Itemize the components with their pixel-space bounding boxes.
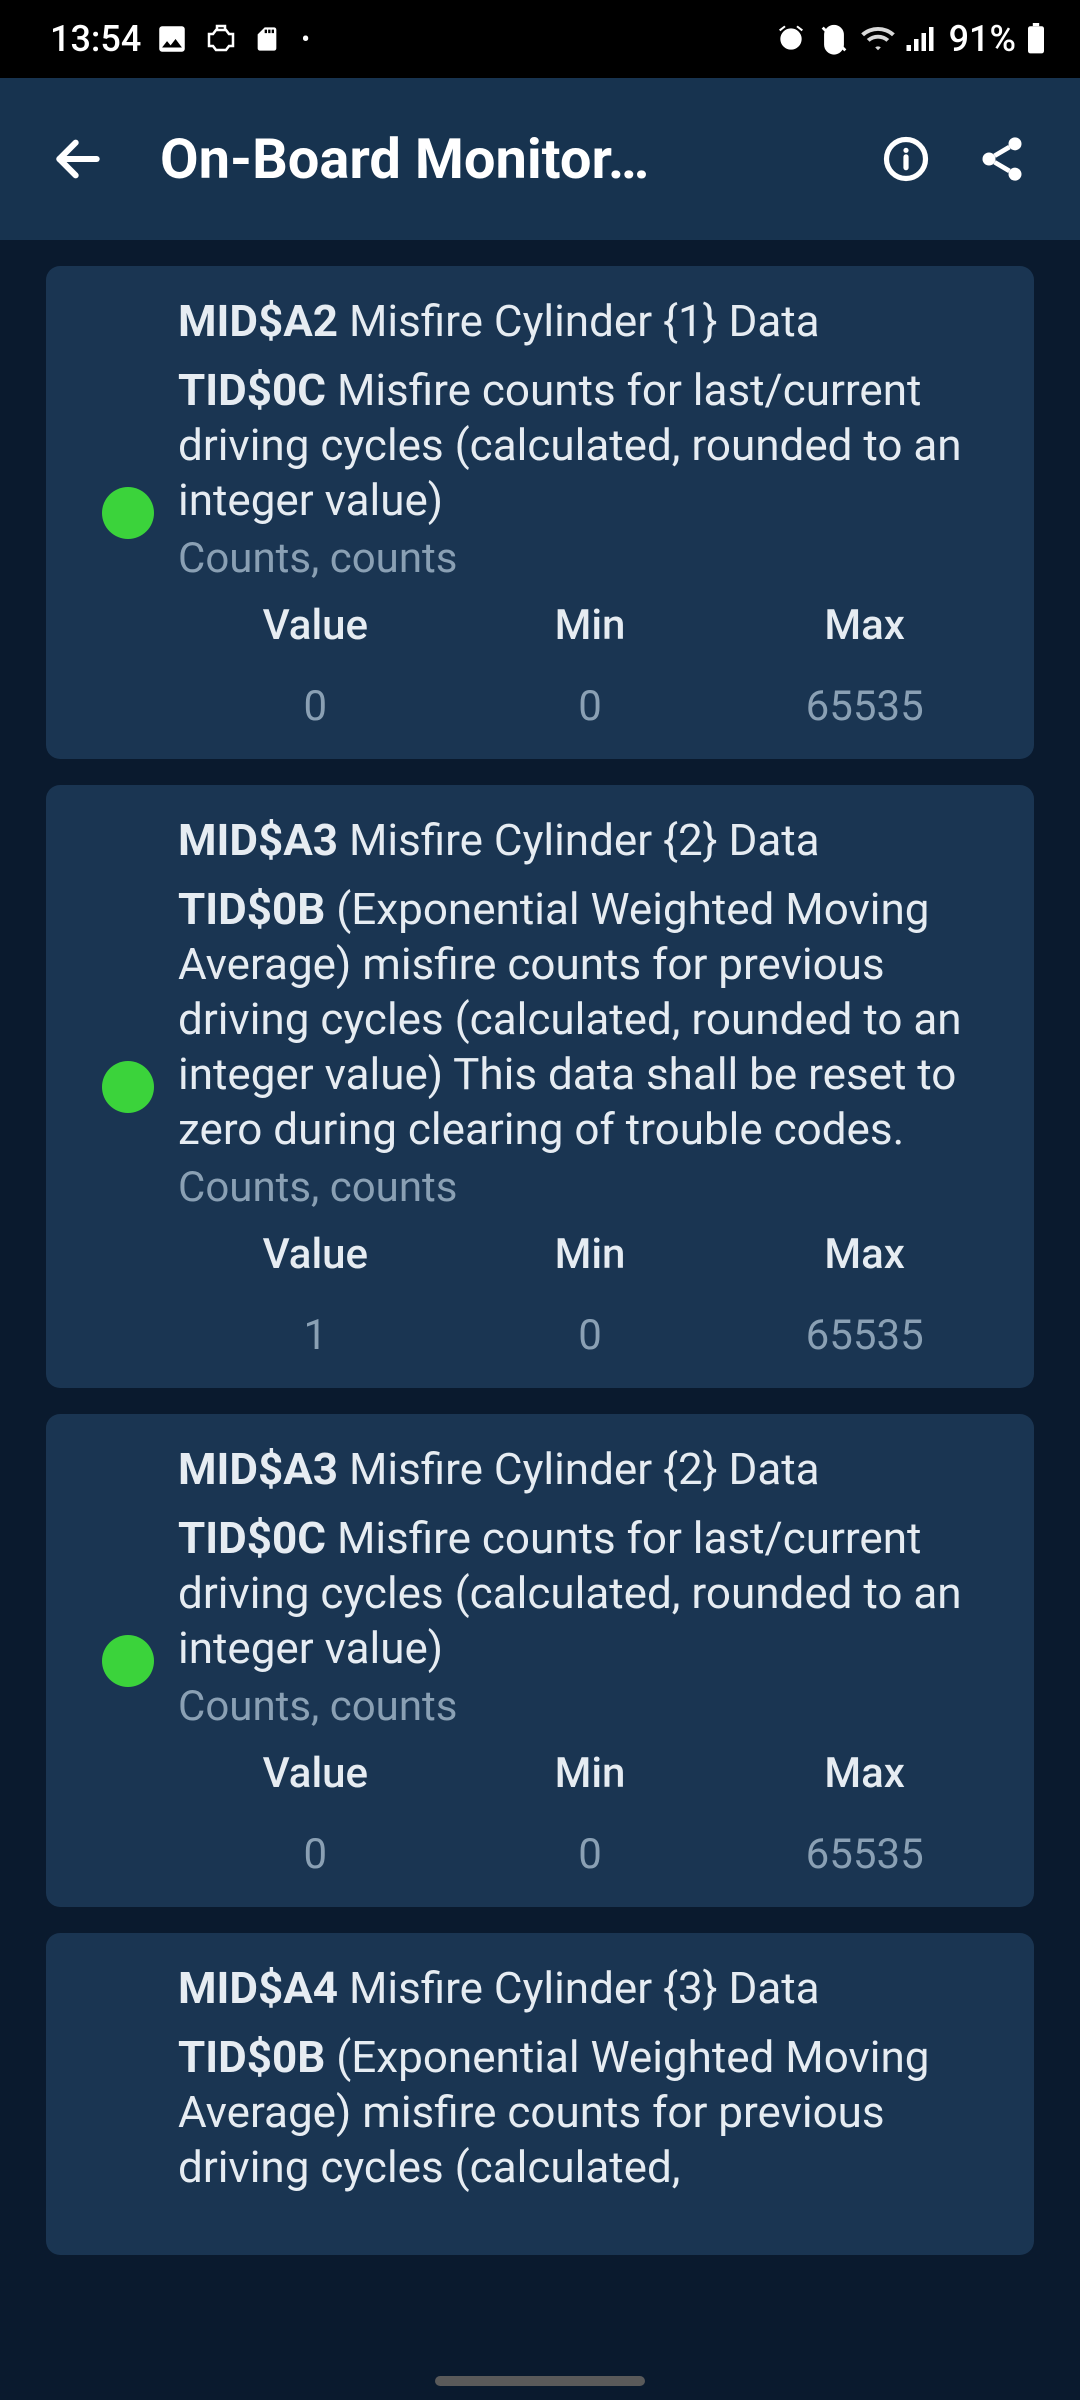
mid-text: Misfire Cylinder {2} Data [349, 814, 820, 866]
mid-line: MID$A3 Misfire Cylinder {2} Data [178, 1442, 1002, 1497]
mid-line: MID$A4 Misfire Cylinder {3} Data [178, 1961, 1002, 2016]
value-row: 1 0 65535 [178, 1297, 1002, 1360]
min-header: Min [453, 1749, 728, 1798]
units-label: Counts, counts [178, 1682, 1002, 1731]
mid-line: MID$A2 Misfire Cylinder {1} Data [178, 294, 1002, 349]
status-time: 13:54 [50, 18, 141, 60]
image-icon [155, 22, 189, 56]
status-dot-green [102, 1635, 154, 1687]
arrow-left-icon [50, 131, 106, 187]
value-row: 0 0 65535 [178, 1816, 1002, 1879]
mid-text: Misfire Cylinder {2} Data [349, 1443, 820, 1495]
monitor-card[interactable]: MID$A3 Misfire Cylinder {2} Data TID$0B … [46, 785, 1034, 1388]
max-cell: 65535 [727, 1830, 1002, 1879]
value-header: Value [178, 1749, 453, 1798]
status-right: 91% [775, 18, 1046, 60]
card-body: MID$A3 Misfire Cylinder {2} Data TID$0C … [178, 1442, 1002, 1879]
status-indicator-col [78, 813, 178, 1360]
status-left: 13:54 • [50, 18, 310, 60]
tid-code: TID$0C [178, 364, 326, 416]
mid-code: MID$A4 [178, 1962, 338, 2014]
value-header-row: Value Min Max [178, 1749, 1002, 1798]
status-dot-green [102, 487, 154, 539]
card-body: MID$A2 Misfire Cylinder {1} Data TID$0C … [178, 294, 1002, 731]
monitor-card[interactable]: MID$A2 Misfire Cylinder {1} Data TID$0C … [46, 266, 1034, 759]
signal-icon [905, 25, 935, 53]
min-header: Min [453, 1230, 728, 1279]
nav-handle[interactable] [435, 2376, 645, 2386]
mid-code: MID$A3 [178, 1443, 338, 1495]
min-header: Min [453, 601, 728, 650]
status-dot-green [102, 1061, 154, 1113]
min-cell: 0 [453, 1311, 728, 1360]
max-cell: 65535 [727, 682, 1002, 731]
tid-line: TID$0C Misfire counts for last/current d… [178, 1511, 1002, 1676]
page-title: On-Board Monitor… [160, 126, 858, 192]
vibrate-icon [817, 22, 851, 56]
content-scroll[interactable]: MID$A2 Misfire Cylinder {1} Data TID$0C … [0, 240, 1080, 2400]
share-button[interactable] [954, 111, 1050, 207]
mid-code: MID$A3 [178, 814, 338, 866]
value-header: Value [178, 601, 453, 650]
status-bar: 13:54 • 91% [0, 0, 1080, 78]
units-label: Counts, counts [178, 534, 1002, 583]
tid-line: TID$0B (Exponential Weighted Moving Aver… [178, 882, 1002, 1157]
info-icon [880, 133, 932, 185]
app-bar: On-Board Monitor… [0, 78, 1080, 240]
status-indicator-col [78, 294, 178, 731]
wifi-icon [861, 25, 895, 53]
tid-code: TID$0B [178, 883, 325, 935]
card-body: MID$A3 Misfire Cylinder {2} Data TID$0B … [178, 813, 1002, 1360]
alarm-icon [775, 23, 807, 55]
tid-line: TID$0C Misfire counts for last/current d… [178, 363, 1002, 528]
tid-code: TID$0B [178, 2031, 325, 2083]
max-header: Max [727, 601, 1002, 650]
status-indicator-col [78, 1961, 178, 2195]
units-label: Counts, counts [178, 1163, 1002, 1212]
tid-code: TID$0C [178, 1512, 326, 1564]
mid-line: MID$A3 Misfire Cylinder {2} Data [178, 813, 1002, 868]
share-icon [976, 133, 1028, 185]
min-cell: 0 [453, 682, 728, 731]
battery-icon [1026, 23, 1046, 55]
value-cell: 0 [178, 1830, 453, 1879]
max-header: Max [727, 1749, 1002, 1798]
value-cell: 0 [178, 682, 453, 731]
engine-icon [203, 24, 239, 54]
value-row: 0 0 65535 [178, 668, 1002, 731]
mid-text: Misfire Cylinder {1} Data [349, 295, 820, 347]
info-button[interactable] [858, 111, 954, 207]
min-cell: 0 [453, 1830, 728, 1879]
card-body: MID$A4 Misfire Cylinder {3} Data TID$0B … [178, 1961, 1002, 2195]
value-header-row: Value Min Max [178, 601, 1002, 650]
value-cell: 1 [178, 1311, 453, 1360]
monitor-card[interactable]: MID$A3 Misfire Cylinder {2} Data TID$0C … [46, 1414, 1034, 1907]
tid-line: TID$0B (Exponential Weighted Moving Aver… [178, 2030, 1002, 2195]
value-header: Value [178, 1230, 453, 1279]
monitor-card[interactable]: MID$A4 Misfire Cylinder {3} Data TID$0B … [46, 1933, 1034, 2255]
status-indicator-col [78, 1442, 178, 1879]
mid-text: Misfire Cylinder {3} Data [349, 1962, 820, 2014]
max-cell: 65535 [727, 1311, 1002, 1360]
max-header: Max [727, 1230, 1002, 1279]
dot-icon: • [301, 25, 309, 53]
back-button[interactable] [30, 111, 126, 207]
sd-card-icon [253, 22, 281, 56]
battery-percent: 91% [949, 18, 1016, 60]
mid-code: MID$A2 [178, 295, 338, 347]
value-header-row: Value Min Max [178, 1230, 1002, 1279]
